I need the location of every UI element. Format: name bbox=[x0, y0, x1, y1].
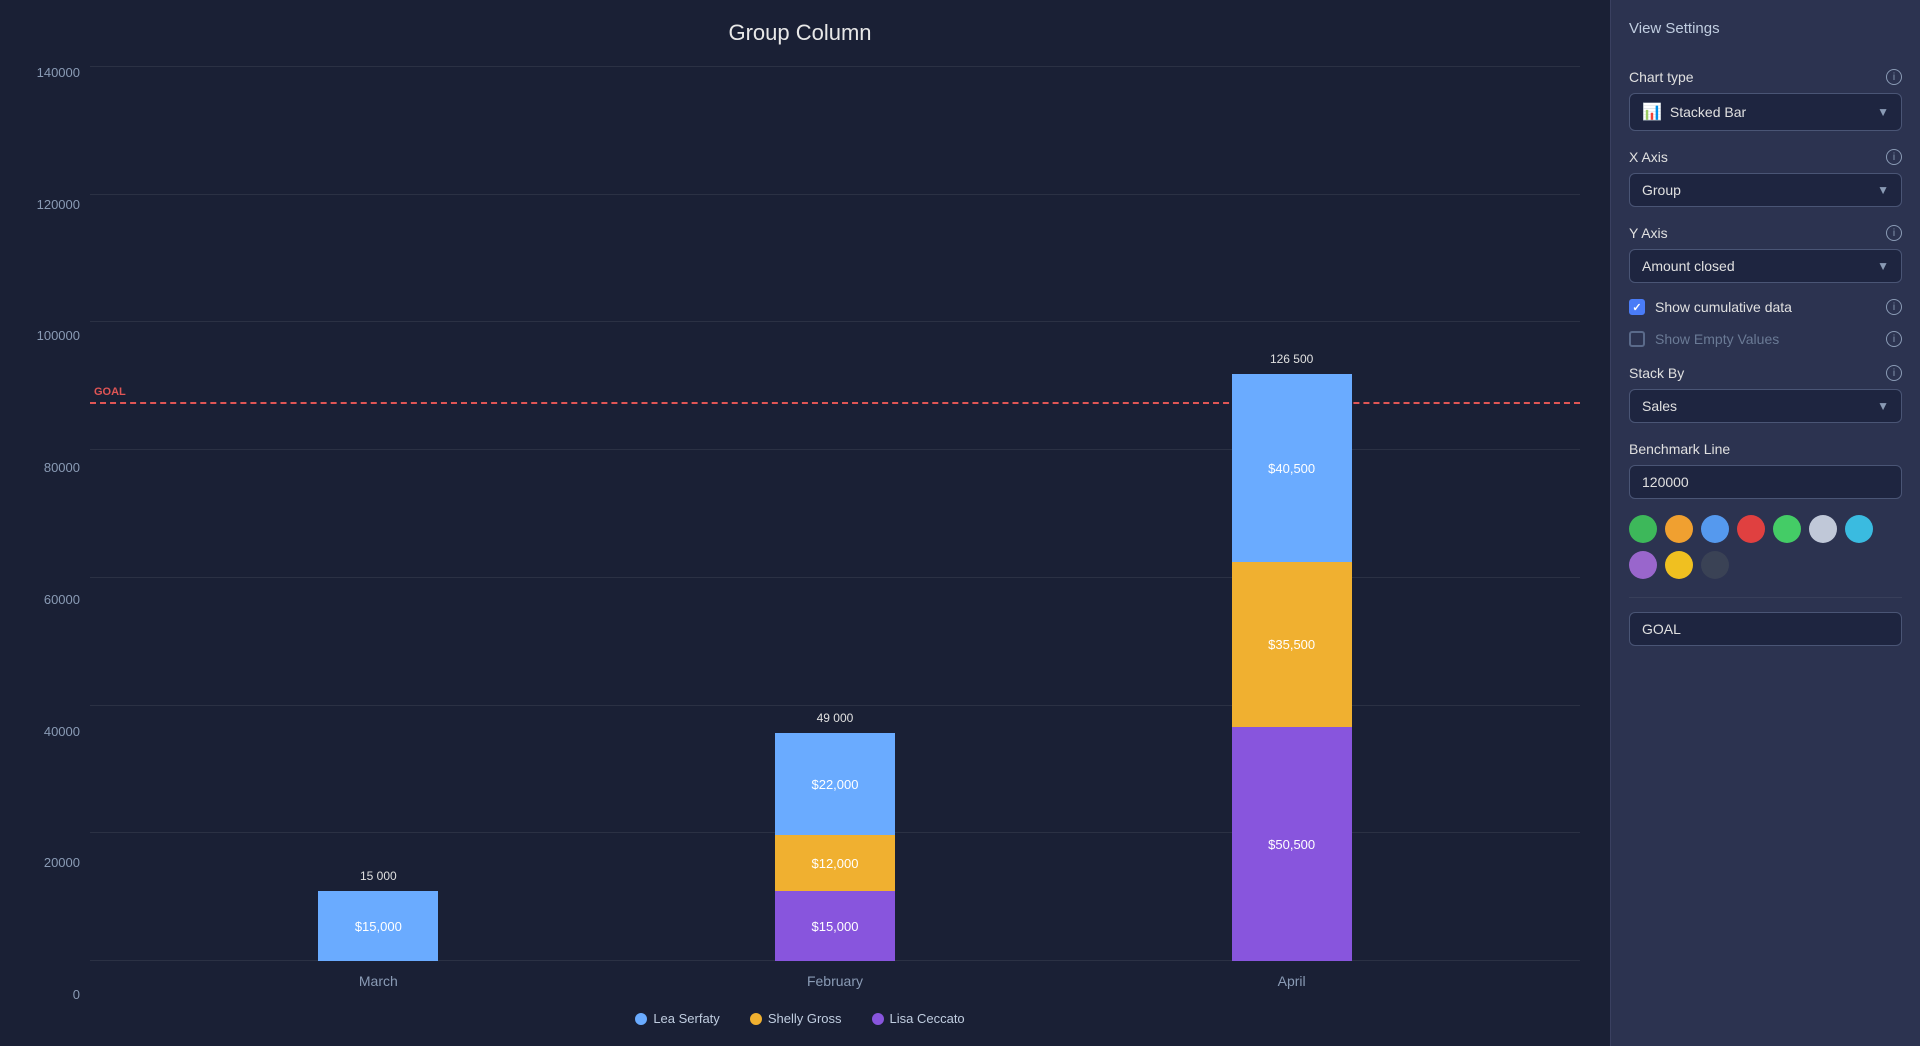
x-axis-dropdown[interactable]: Group ▼ bbox=[1629, 173, 1902, 207]
color-palette bbox=[1629, 515, 1902, 579]
benchmark-line-input[interactable] bbox=[1629, 465, 1902, 499]
chart-type-label: Chart type i bbox=[1629, 69, 1902, 85]
stack-by-info-icon[interactable]: i bbox=[1886, 365, 1902, 381]
legend-label: Shelly Gross bbox=[768, 1011, 842, 1026]
chart-type-icon: 📊 bbox=[1642, 102, 1662, 122]
bar-group: 49 000$15,000$12,000$22,000 bbox=[775, 733, 895, 961]
bar-segment: $15,000 bbox=[318, 891, 438, 961]
legend-item: Lea Serfaty bbox=[635, 1011, 720, 1026]
chart-title: Group Column bbox=[20, 20, 1580, 46]
color-swatch-light-gray[interactable] bbox=[1809, 515, 1837, 543]
y-tick: 20000 bbox=[20, 856, 80, 869]
bar-segment: $15,000 bbox=[775, 891, 895, 961]
stack-by-chevron: ▼ bbox=[1877, 399, 1889, 413]
x-label: February bbox=[775, 973, 895, 989]
y-axis-dropdown[interactable]: Amount closed ▼ bbox=[1629, 249, 1902, 283]
y-tick: 80000 bbox=[20, 461, 80, 474]
x-axis-chevron: ▼ bbox=[1877, 183, 1889, 197]
chart-type-value: Stacked Bar bbox=[1670, 104, 1746, 120]
color-swatch-orange[interactable] bbox=[1665, 515, 1693, 543]
show-empty-row[interactable]: Show Empty Values i bbox=[1629, 331, 1902, 347]
stack-by-value: Sales bbox=[1642, 398, 1677, 414]
chart-type-dropdown[interactable]: 📊 Stacked Bar ▼ bbox=[1629, 93, 1902, 131]
color-swatch-bright-green[interactable] bbox=[1773, 515, 1801, 543]
color-swatch-teal[interactable] bbox=[1845, 515, 1873, 543]
y-tick: 120000 bbox=[20, 198, 80, 211]
y-tick: 40000 bbox=[20, 725, 80, 738]
y-axis-info-icon[interactable]: i bbox=[1886, 225, 1902, 241]
x-label: March bbox=[318, 973, 438, 989]
x-axis-label: X Axis i bbox=[1629, 149, 1902, 165]
chart-type-info-icon[interactable]: i bbox=[1886, 69, 1902, 85]
legend-label: Lea Serfaty bbox=[653, 1011, 720, 1026]
y-tick: 60000 bbox=[20, 593, 80, 606]
color-swatch-blue[interactable] bbox=[1701, 515, 1729, 543]
show-empty-info-icon[interactable]: i bbox=[1886, 331, 1902, 347]
benchmark-line-label: Benchmark Line bbox=[1629, 441, 1902, 457]
bar-stack: $15,000 bbox=[318, 891, 438, 961]
bar-total-label: 126 500 bbox=[1270, 352, 1313, 366]
x-axis-info-icon[interactable]: i bbox=[1886, 149, 1902, 165]
y-axis-label: Y Axis i bbox=[1629, 225, 1902, 241]
y-axis: 0 20000 40000 60000 80000 100000 120000 140000 bbox=[20, 66, 90, 1001]
chart-legend: Lea Serfaty Shelly Gross Lisa Ceccato bbox=[20, 1001, 1580, 1026]
bar-segment: $50,500 bbox=[1232, 727, 1352, 961]
show-cumulative-checkbox[interactable] bbox=[1629, 299, 1645, 315]
color-swatch-dark-gray[interactable] bbox=[1701, 551, 1729, 579]
bar-segment: $35,500 bbox=[1232, 562, 1352, 727]
show-cumulative-label: Show cumulative data bbox=[1655, 299, 1792, 315]
benchmark-name-input[interactable] bbox=[1629, 612, 1902, 646]
show-empty-label: Show Empty Values bbox=[1655, 331, 1779, 347]
bar-group: 126 500$50,500$35,500$40,500 bbox=[1232, 374, 1352, 961]
color-swatch-green[interactable] bbox=[1629, 515, 1657, 543]
x-labels: March February April bbox=[90, 961, 1580, 1001]
legend-item: Shelly Gross bbox=[750, 1011, 842, 1026]
show-cumulative-row[interactable]: Show cumulative data i bbox=[1629, 299, 1902, 315]
x-label: April bbox=[1232, 973, 1352, 989]
chart-container: 020000400006000080000100000120000140000 … bbox=[20, 66, 1580, 1001]
bar-stack: $15,000$12,000$22,000 bbox=[775, 733, 895, 961]
legend-dot bbox=[635, 1013, 647, 1025]
stack-by-label: Stack By i bbox=[1629, 365, 1902, 381]
bars-wrapper: 15 000$15,00049 000$15,000$12,000$22,000… bbox=[90, 66, 1580, 961]
x-axis-value: Group bbox=[1642, 182, 1681, 198]
chart-plot: GOAL 15 000$15,00049 000$15,000$12,000$2… bbox=[90, 66, 1580, 1001]
settings-panel: View Settings Chart type i 📊 Stacked Bar… bbox=[1610, 0, 1920, 1046]
bar-segment: $12,000 bbox=[775, 835, 895, 891]
show-cumulative-info-icon[interactable]: i bbox=[1886, 299, 1902, 315]
color-swatch-purple[interactable] bbox=[1629, 551, 1657, 579]
y-tick: 140000 bbox=[20, 66, 80, 79]
y-axis-chevron: ▼ bbox=[1877, 259, 1889, 273]
bar-stack: $50,500$35,500$40,500 bbox=[1232, 374, 1352, 961]
legend-dot bbox=[750, 1013, 762, 1025]
y-tick: 0 bbox=[20, 988, 80, 1001]
bar-total-label: 15 000 bbox=[360, 869, 397, 883]
y-tick: 100000 bbox=[20, 329, 80, 342]
color-swatch-red[interactable] bbox=[1737, 515, 1765, 543]
show-empty-checkbox[interactable] bbox=[1629, 331, 1645, 347]
legend-item: Lisa Ceccato bbox=[872, 1011, 965, 1026]
bar-segment: $40,500 bbox=[1232, 374, 1352, 562]
stack-by-dropdown[interactable]: Sales ▼ bbox=[1629, 389, 1902, 423]
color-swatch-yellow[interactable] bbox=[1665, 551, 1693, 579]
y-axis-value: Amount closed bbox=[1642, 258, 1735, 274]
section-divider bbox=[1629, 597, 1902, 598]
chart-area: Group Column 0 20000 40000 60000 80000 100000… bbox=[0, 0, 1610, 1046]
bar-total-label: 49 000 bbox=[817, 711, 854, 725]
bar-group: 15 000$15,000 bbox=[318, 891, 438, 961]
legend-label: Lisa Ceccato bbox=[890, 1011, 965, 1026]
settings-panel-title: View Settings bbox=[1629, 20, 1902, 37]
legend-dot bbox=[872, 1013, 884, 1025]
chart-type-chevron: ▼ bbox=[1877, 105, 1889, 119]
bar-segment: $22,000 bbox=[775, 733, 895, 835]
